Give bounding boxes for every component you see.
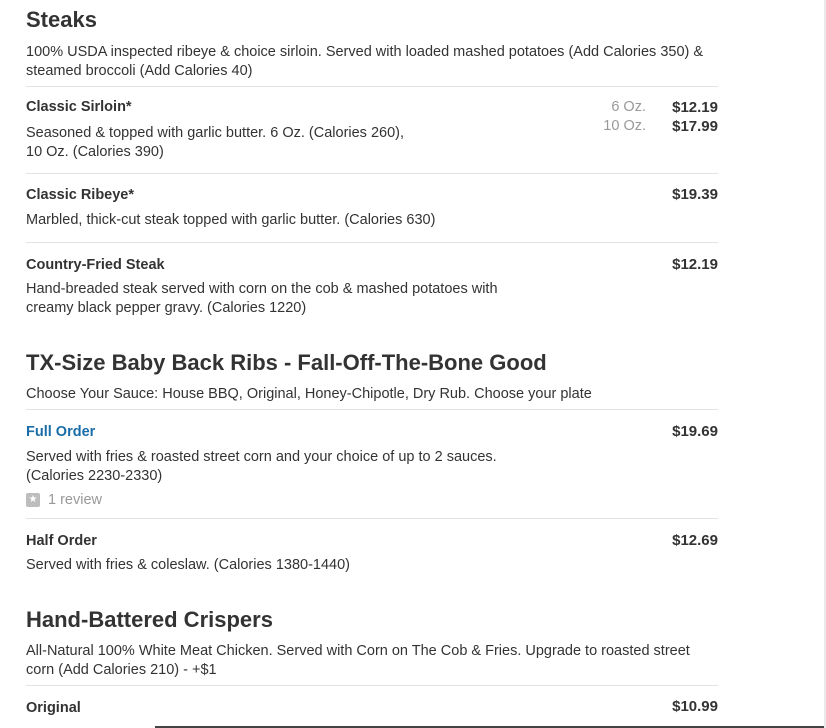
item-price: $17.99 [672, 118, 718, 135]
item-description: Served with fries & roasted street corn … [26, 449, 497, 484]
item-price: $12.19 [672, 256, 718, 273]
section-description: All-Natural 100% White Meat Chicken. Ser… [26, 643, 690, 678]
menu-item-half-order: Half Order $12.69 Served with fries & co… [26, 518, 718, 589]
menu-item-classic-ribeye: Classic Ribeye* $19.39 Marbled, thick-cu… [26, 173, 718, 242]
section-description: 100% USDA inspected ribeye & choice sirl… [26, 44, 704, 79]
section-title: Hand-Battered Crispers [26, 607, 273, 632]
item-name-link[interactable]: Full Order [26, 423, 95, 441]
item-name: Half Order [26, 533, 97, 549]
item-description: Hand-breaded steak served with corn on t… [26, 281, 498, 316]
item-name: Classic Sirloin* [26, 99, 132, 115]
item-name: Original [26, 700, 81, 716]
menu-item-original: Original $10.99 [26, 685, 718, 727]
menu-item-classic-sirloin: Classic Sirloin* 6 Oz. $12.19 10 Oz. $17… [26, 86, 718, 173]
item-name: Country-Fried Steak [26, 257, 165, 273]
section-steaks: Steaks 100% USDA inspected ribeye & choi… [26, 7, 718, 81]
item-price: $12.69 [672, 532, 718, 549]
item-price: $10.99 [672, 698, 718, 715]
item-price: $19.69 [672, 423, 718, 440]
review-count: 1 review [48, 492, 102, 508]
menu-item-full-order: Full Order $19.69 Served with fries & ro… [26, 409, 718, 518]
size-label: 10 Oz. [603, 118, 646, 134]
menu-item-country-fried-steak: Country-Fried Steak $12.19 Hand-breaded … [26, 242, 718, 333]
review-link[interactable]: ★ 1 review [26, 491, 102, 509]
item-price: $12.19 [672, 99, 718, 116]
section-title: TX-Size Baby Back Ribs - Fall-Off-The-Bo… [26, 350, 547, 375]
star-icon: ★ [26, 493, 40, 507]
section-description: Choose Your Sauce: House BBQ, Original, … [26, 386, 592, 402]
section-hand-battered-crispers: Hand-Battered Crispers All-Natural 100% … [26, 607, 718, 680]
item-name: Classic Ribeye* [26, 187, 135, 203]
item-description: Marbled, thick-cut steak topped with gar… [26, 212, 436, 228]
section-baby-back-ribs: TX-Size Baby Back Ribs - Fall-Off-The-Bo… [26, 350, 718, 404]
item-description: Served with fries & coleslaw. (Calories … [26, 557, 350, 573]
section-title: Steaks [26, 7, 97, 32]
item-price: $19.39 [672, 186, 718, 203]
item-description: Seasoned & topped with garlic butter. 6 … [26, 125, 405, 160]
size-label: 6 Oz. [611, 99, 646, 115]
